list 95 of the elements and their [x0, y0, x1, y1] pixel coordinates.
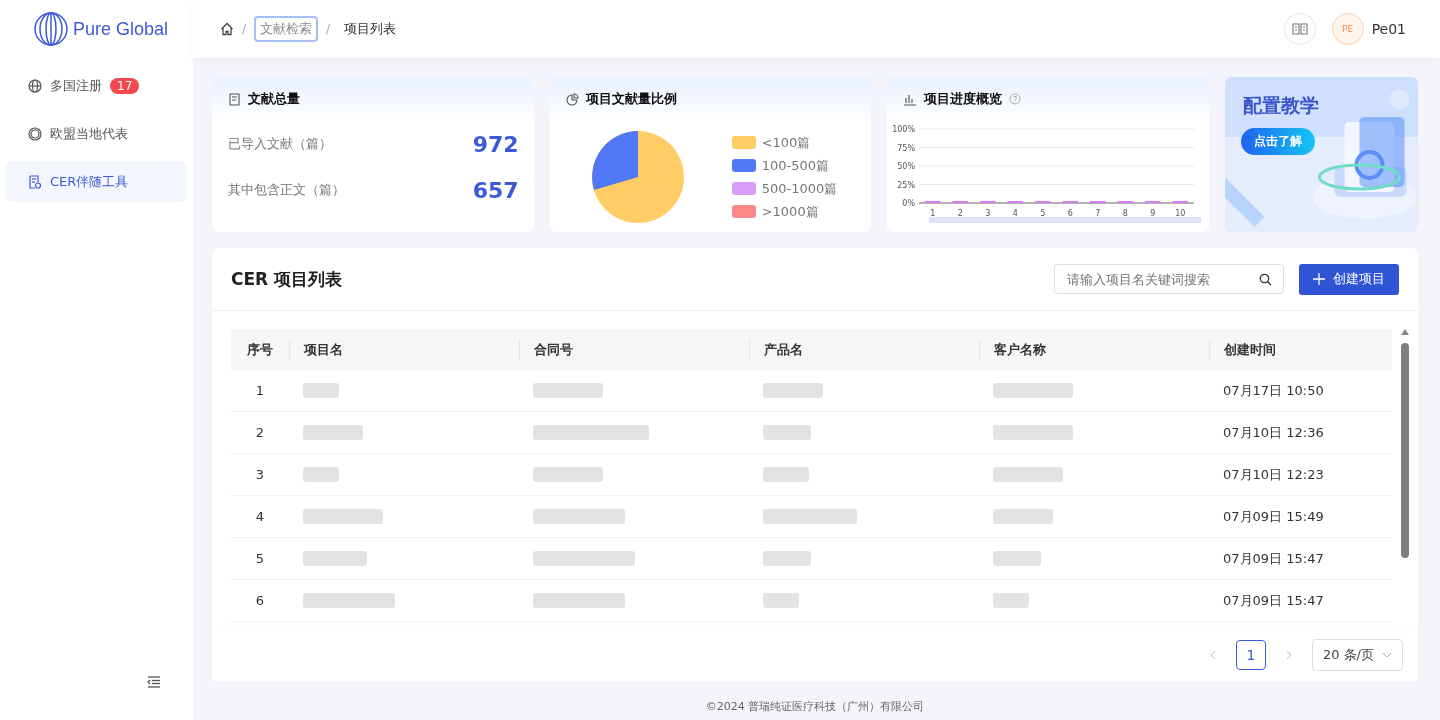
page-button[interactable]: 1: [1235, 640, 1266, 670]
help-icon[interactable]: [1009, 93, 1022, 105]
circle-icon: [28, 126, 42, 141]
pie-icon: [565, 92, 579, 106]
page-size-select[interactable]: 20 条/页: [1311, 639, 1403, 671]
brand-name: Pure Global: [73, 18, 169, 40]
axis-label: 10: [1175, 209, 1186, 218]
axis-label: 8: [1123, 209, 1129, 218]
blurred-text: [993, 509, 1053, 524]
plus-icon: [1313, 273, 1325, 285]
card-title: 项目文献量比例: [585, 90, 677, 108]
blurred-text: [533, 467, 603, 482]
axis-label: 75%: [897, 143, 916, 153]
blurred-text: [763, 383, 823, 398]
stat-label: 已导入文献（篇）: [228, 135, 332, 153]
count-badge: 17: [110, 77, 140, 94]
table-cell-text: 1: [254, 382, 266, 400]
table-cell-text: 2: [254, 424, 266, 442]
home-icon[interactable]: [220, 22, 234, 36]
tutorial-banner[interactable]: 配置教学 点击了解: [1225, 77, 1418, 232]
legend-label: >1000篇: [761, 202, 819, 221]
bar-chart-icon: [903, 92, 918, 106]
axis-label: 6: [1068, 209, 1074, 218]
legend-label: 500-1000篇: [761, 179, 838, 198]
table-cell-text: 07月17日 10:50: [1222, 381, 1325, 400]
table-cell-text: 07月09日 15:47: [1222, 549, 1325, 568]
blurred-text: [763, 593, 799, 608]
chevron-down-icon: [1382, 652, 1392, 658]
axis-label: 100%: [892, 125, 916, 134]
blurred-text: [303, 383, 339, 398]
column-header: 合同号: [519, 339, 749, 360]
zoom-slider[interactable]: [929, 217, 1202, 223]
table-cell-text: 4: [254, 508, 266, 526]
breadcrumb-separator: /: [242, 22, 247, 36]
column-header: 创建时间: [1209, 339, 1392, 360]
axis-label: 5: [1040, 209, 1046, 218]
user-name: Pe01: [1371, 21, 1406, 37]
table-cell-text: 5: [254, 550, 266, 568]
breadcrumb-link[interactable]: 文献检索: [254, 16, 319, 42]
blurred-text: [763, 425, 811, 440]
legend-label: <100篇: [761, 133, 811, 152]
blurred-text: [303, 425, 363, 440]
axis-label: 2: [958, 209, 964, 218]
collapse-menu-icon[interactable]: [147, 676, 161, 688]
stat-value: 657: [472, 177, 519, 203]
axis-label: 4: [1013, 209, 1019, 218]
column-header: 项目名: [289, 339, 519, 360]
blurred-text: [993, 593, 1029, 608]
axis-label: 9: [1150, 209, 1156, 218]
blurred-text: [763, 551, 811, 566]
axis-label: 7: [1095, 209, 1101, 218]
stat-label: 其中包含正文（篇）: [228, 181, 345, 199]
search-icon: [1259, 273, 1272, 286]
table-cell-text: 6: [254, 592, 266, 610]
table-cell-text: 07月09日 15:47: [1222, 591, 1325, 610]
card-title: 文献总量: [248, 90, 300, 108]
blurred-text: [993, 551, 1041, 566]
blurred-text: [303, 467, 339, 482]
column-header: 客户名称: [979, 339, 1209, 360]
globe-logo-icon: [33, 11, 69, 47]
globe-icon: [28, 78, 42, 93]
breadcrumb-link[interactable]: 项目列表: [338, 16, 403, 42]
axis-label: 25%: [897, 180, 916, 190]
column-header: 产品名: [749, 339, 979, 360]
sidebar-item[interactable]: CER伴随工具: [6, 161, 187, 202]
column-header: 序号: [246, 340, 274, 359]
footer-text: ©2024 普瑞纯证医疗科技（广州）有限公司: [704, 699, 926, 714]
axis-label: 1: [930, 209, 936, 218]
blurred-text: [533, 383, 603, 398]
legend-label: 100-500篇: [761, 156, 829, 175]
table-cell-text: 3: [254, 466, 266, 484]
next-page-icon[interactable]: [1285, 650, 1292, 660]
document-icon: [28, 174, 42, 189]
sidebar-item[interactable]: 多国注册 17: [6, 65, 187, 106]
axis-label: 50%: [897, 162, 916, 171]
sidebar-item[interactable]: 欧盟当地代表: [6, 113, 187, 154]
panel-title: CER 项目列表: [231, 267, 343, 291]
search-field[interactable]: 请输入项目名关键词搜索: [1054, 264, 1284, 294]
learn-more-button[interactable]: 点击了解: [1241, 128, 1315, 155]
create-project-button[interactable]: 创建项目: [1299, 263, 1399, 295]
table-cell-text: 07月10日 12:23: [1222, 465, 1325, 484]
breadcrumb-separator: /: [326, 22, 331, 36]
previous-page-icon[interactable]: [1209, 650, 1216, 660]
table-cell-text: 07月10日 12:36: [1222, 423, 1325, 442]
card-title: 项目进度概览: [924, 90, 1003, 108]
table-cell-text: 07月09日 15:49: [1222, 507, 1325, 526]
banner-title: 配置教学: [1243, 93, 1319, 118]
blurred-text: [993, 467, 1063, 482]
axis-label: 0%: [902, 199, 916, 208]
axis-label: 3: [985, 209, 991, 218]
blurred-text: [763, 467, 809, 482]
document-icon: [228, 92, 241, 106]
book-icon: [1291, 23, 1308, 35]
stat-value: 972: [472, 131, 519, 157]
blurred-text: [303, 551, 367, 566]
